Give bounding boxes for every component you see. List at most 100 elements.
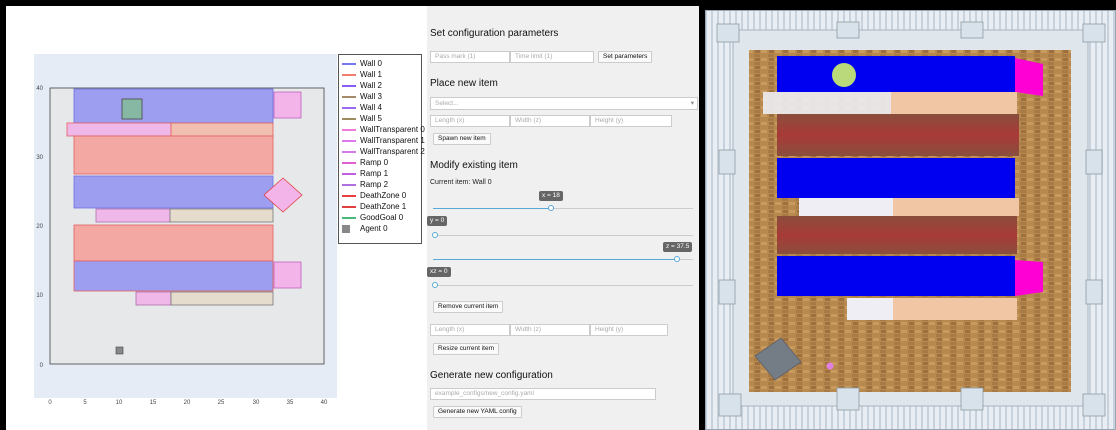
x-tick: 25 — [218, 400, 225, 406]
time-limit-field[interactable]: Time limit (1) — [510, 51, 594, 63]
ramp-bottom-right[interactable] — [273, 261, 302, 289]
legend-swatch — [342, 172, 356, 175]
legend-item[interactable]: Wall 0 — [342, 58, 418, 69]
wall-5[interactable] — [170, 291, 274, 306]
x-tick: 15 — [150, 400, 157, 406]
legend-label: DeathZone 0 — [360, 191, 407, 200]
deathzone-1-3d — [777, 216, 1017, 254]
legend-item[interactable]: WallTransparent 0 — [342, 124, 425, 135]
legend-label: Wall 5 — [360, 114, 382, 123]
wall-2[interactable] — [73, 260, 274, 292]
slider-x-handle[interactable] — [548, 205, 554, 211]
legend-item[interactable]: DeathZone 0 — [342, 190, 418, 201]
legend-label: GoodGoal 0 — [360, 213, 404, 222]
legend-item[interactable]: GoodGoal 0 — [342, 212, 418, 223]
wall-strip-2-3d — [893, 298, 1017, 320]
wall-1-3d — [777, 158, 1015, 198]
y-tick: 10 — [36, 293, 43, 299]
resize-length-field[interactable]: Length (x) — [430, 324, 510, 336]
config-path-field[interactable]: example_configs/new_config.yaml — [430, 388, 656, 400]
legend-item[interactable]: Ramp 0 — [342, 157, 418, 168]
legend-item[interactable]: Wall 2 — [342, 80, 418, 91]
legend-swatch — [342, 62, 356, 65]
arena-plot[interactable]: 0 5 10 15 20 25 30 35 40 0 10 20 30 40 W… — [6, 6, 427, 430]
wall-0[interactable] — [73, 88, 274, 124]
wall-transparent-0[interactable] — [66, 122, 172, 137]
x-tick: 10 — [116, 400, 123, 406]
x-tick: 40 — [321, 400, 328, 406]
wall-transparent-2[interactable] — [135, 291, 172, 306]
legend-swatch — [342, 84, 356, 87]
current-item-label: Current item: Wall 0 — [430, 179, 492, 186]
slider-xz-handle[interactable] — [432, 282, 438, 288]
legend-label: WallTransparent 1 — [360, 136, 425, 145]
height-field[interactable]: Height (y) — [590, 115, 672, 127]
ramp-top-right[interactable] — [273, 91, 302, 119]
legend-label: WallTransparent 2 — [360, 147, 425, 156]
wall-1[interactable] — [73, 175, 274, 209]
legend-item[interactable]: Ramp 1 — [342, 168, 418, 179]
legend-label: Wall 3 — [360, 92, 382, 101]
resize-width-field[interactable]: Width (z) — [510, 324, 590, 336]
good-goal-3d — [832, 63, 856, 87]
legend-item[interactable]: WallTransparent 2 — [342, 146, 425, 157]
wall-strip-0-3d — [891, 92, 1017, 114]
generate-config-button[interactable]: Generate new YAML config — [433, 406, 522, 418]
slider-z-handle[interactable] — [674, 256, 680, 262]
legend-item[interactable]: Wall 3 — [342, 91, 418, 102]
legend-swatch — [342, 128, 356, 131]
slider-y-handle[interactable] — [432, 232, 438, 238]
deathzone-0[interactable] — [73, 135, 274, 175]
chevron-down-icon: ▾ — [690, 100, 694, 107]
legend-item[interactable]: Wall 1 — [342, 69, 418, 80]
controls-panel: Set configuration parameters Pass mark (… — [427, 6, 699, 430]
resize-item-button[interactable]: Resize current item — [433, 343, 499, 355]
slider-x-value: x = 18 — [539, 191, 563, 201]
legend-item[interactable]: Agent 0 — [342, 223, 418, 234]
legend-item[interactable]: Ramp 2 — [342, 179, 418, 190]
agent-marker[interactable] — [115, 346, 124, 355]
legend-item[interactable]: WallTransparent 1 — [342, 135, 425, 146]
legend-swatch — [342, 150, 356, 153]
deathzone-0-3d — [777, 114, 1019, 156]
resize-height-field[interactable]: Height (y) — [590, 324, 668, 336]
wall-3[interactable] — [169, 208, 274, 223]
x-tick: 35 — [287, 400, 294, 406]
legend-item[interactable]: Wall 4 — [342, 102, 418, 113]
legend-item[interactable]: Wall 5 — [342, 113, 418, 124]
x-axis-ticks: 0 5 10 15 20 25 30 35 40 — [48, 400, 328, 406]
good-goal[interactable] — [121, 98, 143, 120]
set-parameters-button[interactable]: Set parameters — [598, 51, 653, 63]
arena-3d-view[interactable] — [705, 10, 1116, 430]
legend-label: Wall 2 — [360, 81, 382, 90]
legend-label: Ramp 1 — [360, 169, 389, 178]
legend-label: WallTransparent 0 — [360, 125, 425, 134]
width-field[interactable]: Width (z) — [510, 115, 590, 127]
slider-y-value: y = 0 — [427, 216, 448, 226]
y-tick: 30 — [36, 155, 43, 161]
set-params-title: Set configuration parameters — [430, 28, 559, 39]
wall-transparent-1[interactable] — [95, 208, 171, 223]
spawn-item-button[interactable]: Spawn new item — [433, 133, 491, 145]
y-tick: 40 — [36, 86, 43, 92]
generate-config-title: Generate new configuration — [430, 370, 553, 381]
legend-swatch — [342, 161, 356, 164]
x-tick: 20 — [184, 400, 191, 406]
legend-label: Ramp 2 — [360, 180, 389, 189]
legend-swatch — [342, 216, 356, 219]
ramp-bottom-3d — [1015, 260, 1043, 296]
pass-mark-field[interactable]: Pass mark (1) — [430, 51, 510, 63]
legend-swatch — [342, 194, 356, 197]
arena-3d-svg — [705, 10, 1116, 430]
legend-item[interactable]: DeathZone 1 — [342, 201, 418, 212]
remove-item-button[interactable]: Remove current item — [433, 301, 504, 313]
legend-swatch — [342, 224, 350, 233]
deathzone-1[interactable] — [73, 224, 274, 262]
ramp-top-3d — [1015, 58, 1043, 96]
agent-3d — [826, 362, 834, 370]
length-field[interactable]: Length (x) — [430, 115, 510, 127]
legend-label: DeathZone 1 — [360, 202, 407, 211]
deathzone-strip-0[interactable] — [170, 122, 274, 137]
item-type-select-value: Select... — [435, 100, 459, 107]
item-type-select[interactable]: Select... ▾ — [430, 97, 698, 110]
